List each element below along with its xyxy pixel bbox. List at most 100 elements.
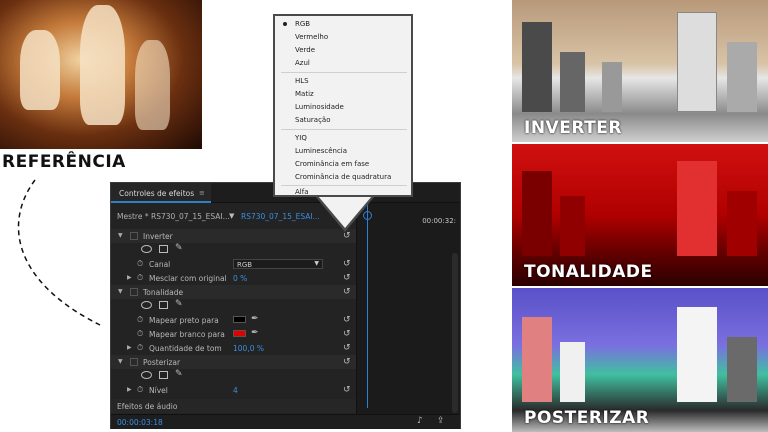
reset-icon[interactable]: ↺ [343,231,351,241]
reset-icon[interactable]: ↺ [343,315,351,325]
reference-image [0,0,202,149]
export-icon[interactable]: ⇪ [437,416,445,426]
ellipse-mask-icon[interactable] [141,245,152,253]
menu-item-luminosidade[interactable]: Luminosidade [275,101,411,113]
expand-triangle-icon[interactable]: ▶ [127,274,132,281]
menu-item-matiz[interactable]: Matiz [275,88,411,100]
white-color-swatch[interactable] [233,330,246,337]
rectangle-mask-icon[interactable] [159,245,168,253]
menu-item-verde[interactable]: Verde [275,44,411,56]
expand-triangle-icon[interactable]: ▶ [127,344,132,351]
stopwatch-icon[interactable]: ⏱ [137,343,143,353]
expand-triangle-icon[interactable]: ▶ [127,386,132,393]
rectangle-mask-icon[interactable] [159,371,168,379]
expand-triangle-icon[interactable]: ▼ [118,288,123,295]
scrollbar[interactable] [452,253,458,413]
eyedropper-icon[interactable]: ✒ [251,314,259,324]
panel-menu-icon[interactable]: ≡ [199,189,205,197]
effect-name: Inverter [143,232,173,241]
reset-icon[interactable]: ↺ [343,357,351,367]
clip-label[interactable]: RS730_07_15_ESAI... [241,212,320,221]
menu-item-crominancia-fase[interactable]: Crominância em fase [275,158,411,170]
eyedropper-icon[interactable]: ✒ [251,328,259,338]
tab-effect-controls[interactable]: Controles de efeitos [111,183,211,203]
timecode-bottom[interactable]: 00:00:03:18 [117,418,163,427]
playhead[interactable] [367,203,368,408]
menu-item-hls[interactable]: HLS [275,75,411,87]
stopwatch-icon[interactable]: ⏱ [137,385,143,395]
effect-tonalidade-header[interactable]: ▼ Tonalidade ↺ [111,285,356,299]
building-shape [677,161,717,256]
dropdown-value: RGB [237,261,253,269]
effect-name: Tonalidade [143,288,184,297]
fx-toggle-icon[interactable] [130,358,138,366]
menu-item-saturacao[interactable]: Saturação [275,114,411,126]
panel-footer: 00:00:03:18 ♪ ⇪ [111,414,460,429]
expand-triangle-icon[interactable]: ▼ [118,358,123,365]
pen-mask-icon[interactable]: ✎ [175,243,183,253]
audio-effects-header[interactable]: Efeitos de áudio [111,399,356,413]
pen-mask-icon[interactable]: ✎ [175,299,183,309]
stopwatch-icon[interactable]: ⏱ [137,315,143,325]
reset-icon[interactable]: ↺ [343,343,351,353]
play-audio-icon[interactable]: ♪ [417,416,423,426]
ellipse-mask-icon[interactable] [141,371,152,379]
reset-icon[interactable]: ↺ [343,273,351,283]
menu-item-alfa[interactable]: Alfa [275,186,411,198]
reset-icon[interactable]: ↺ [343,385,351,395]
black-color-swatch[interactable] [233,316,246,323]
shot-caption: TONALIDADE [524,262,653,282]
reset-icon[interactable]: ↺ [343,259,351,269]
fx-toggle-icon[interactable] [130,288,138,296]
menu-item-luminescencia[interactable]: Luminescência [275,145,411,157]
menu-item-vermelho[interactable]: Vermelho [275,31,411,43]
shot-caption: INVERTER [524,118,622,138]
shot-tonalidade: TONALIDADE [512,144,768,286]
menu-item-crominancia-quadratura[interactable]: Crominância de quadratura [275,171,411,183]
canal-dropdown[interactable]: RGB ▼ [233,259,323,269]
param-value[interactable]: 100,0 % [233,344,264,353]
reset-icon[interactable]: ↺ [343,329,351,339]
expand-triangle-icon[interactable]: ▼ [118,232,123,239]
menu-item-azul[interactable]: Azul [275,57,411,69]
building-shape [560,196,585,256]
mask-tools-row: ✎ [111,299,356,313]
building-shape [560,52,585,112]
menu-item-rgb[interactable]: RGB [275,18,411,30]
stopwatch-icon[interactable]: ⏱ [137,259,143,269]
page: REFERÊNCIA Controles de efeitos ≡ Mestre… [0,0,768,432]
callout-tail-inner [318,196,372,228]
stopwatch-icon[interactable]: ⏱ [137,329,143,339]
menu-item-label: YIQ [295,134,307,142]
caret-down-icon: ▼ [314,260,319,267]
ellipse-mask-icon[interactable] [141,301,152,309]
menu-item-label: Alfa [295,188,309,196]
menu-item-yiq[interactable]: YIQ [275,132,411,144]
param-white: ⏱ Mapear branco para ✒ ↺ [111,327,356,341]
building-shape [677,12,717,112]
rectangle-mask-icon[interactable] [159,301,168,309]
pen-mask-icon[interactable]: ✎ [175,369,183,379]
effect-controls-panel: Controles de efeitos ≡ Mestre * RS730_07… [110,182,461,429]
menu-item-label: Saturação [295,116,331,124]
stopwatch-icon[interactable]: ⏱ [137,273,143,283]
menu-item-label: Luminescência [295,147,348,155]
menu-item-label: Verde [295,46,316,54]
building-shape [727,42,757,112]
chevron-down-icon[interactable]: ▼ [229,212,234,220]
param-mix: ▶ ⏱ Mesclar com original 0 % ↺ [111,271,356,285]
mask-tools-row: ✎ [111,243,356,257]
menu-item-label: Crominância de quadratura [295,173,392,181]
fx-toggle-icon[interactable] [130,232,138,240]
reset-icon[interactable]: ↺ [343,287,351,297]
effect-name: Posterizar [143,358,181,367]
param-value[interactable]: 4 [233,386,238,395]
param-value[interactable]: 0 % [233,274,247,283]
effect-posterizar-header[interactable]: ▼ Posterizar ↺ [111,355,356,369]
reference-label: REFERÊNCIA [2,152,126,172]
param-label: Canal [149,260,171,269]
building-shape [522,317,552,402]
building-shape [727,337,757,402]
menu-item-label: Matiz [295,90,314,98]
timeline-area[interactable]: 00:00:32: [356,203,460,428]
